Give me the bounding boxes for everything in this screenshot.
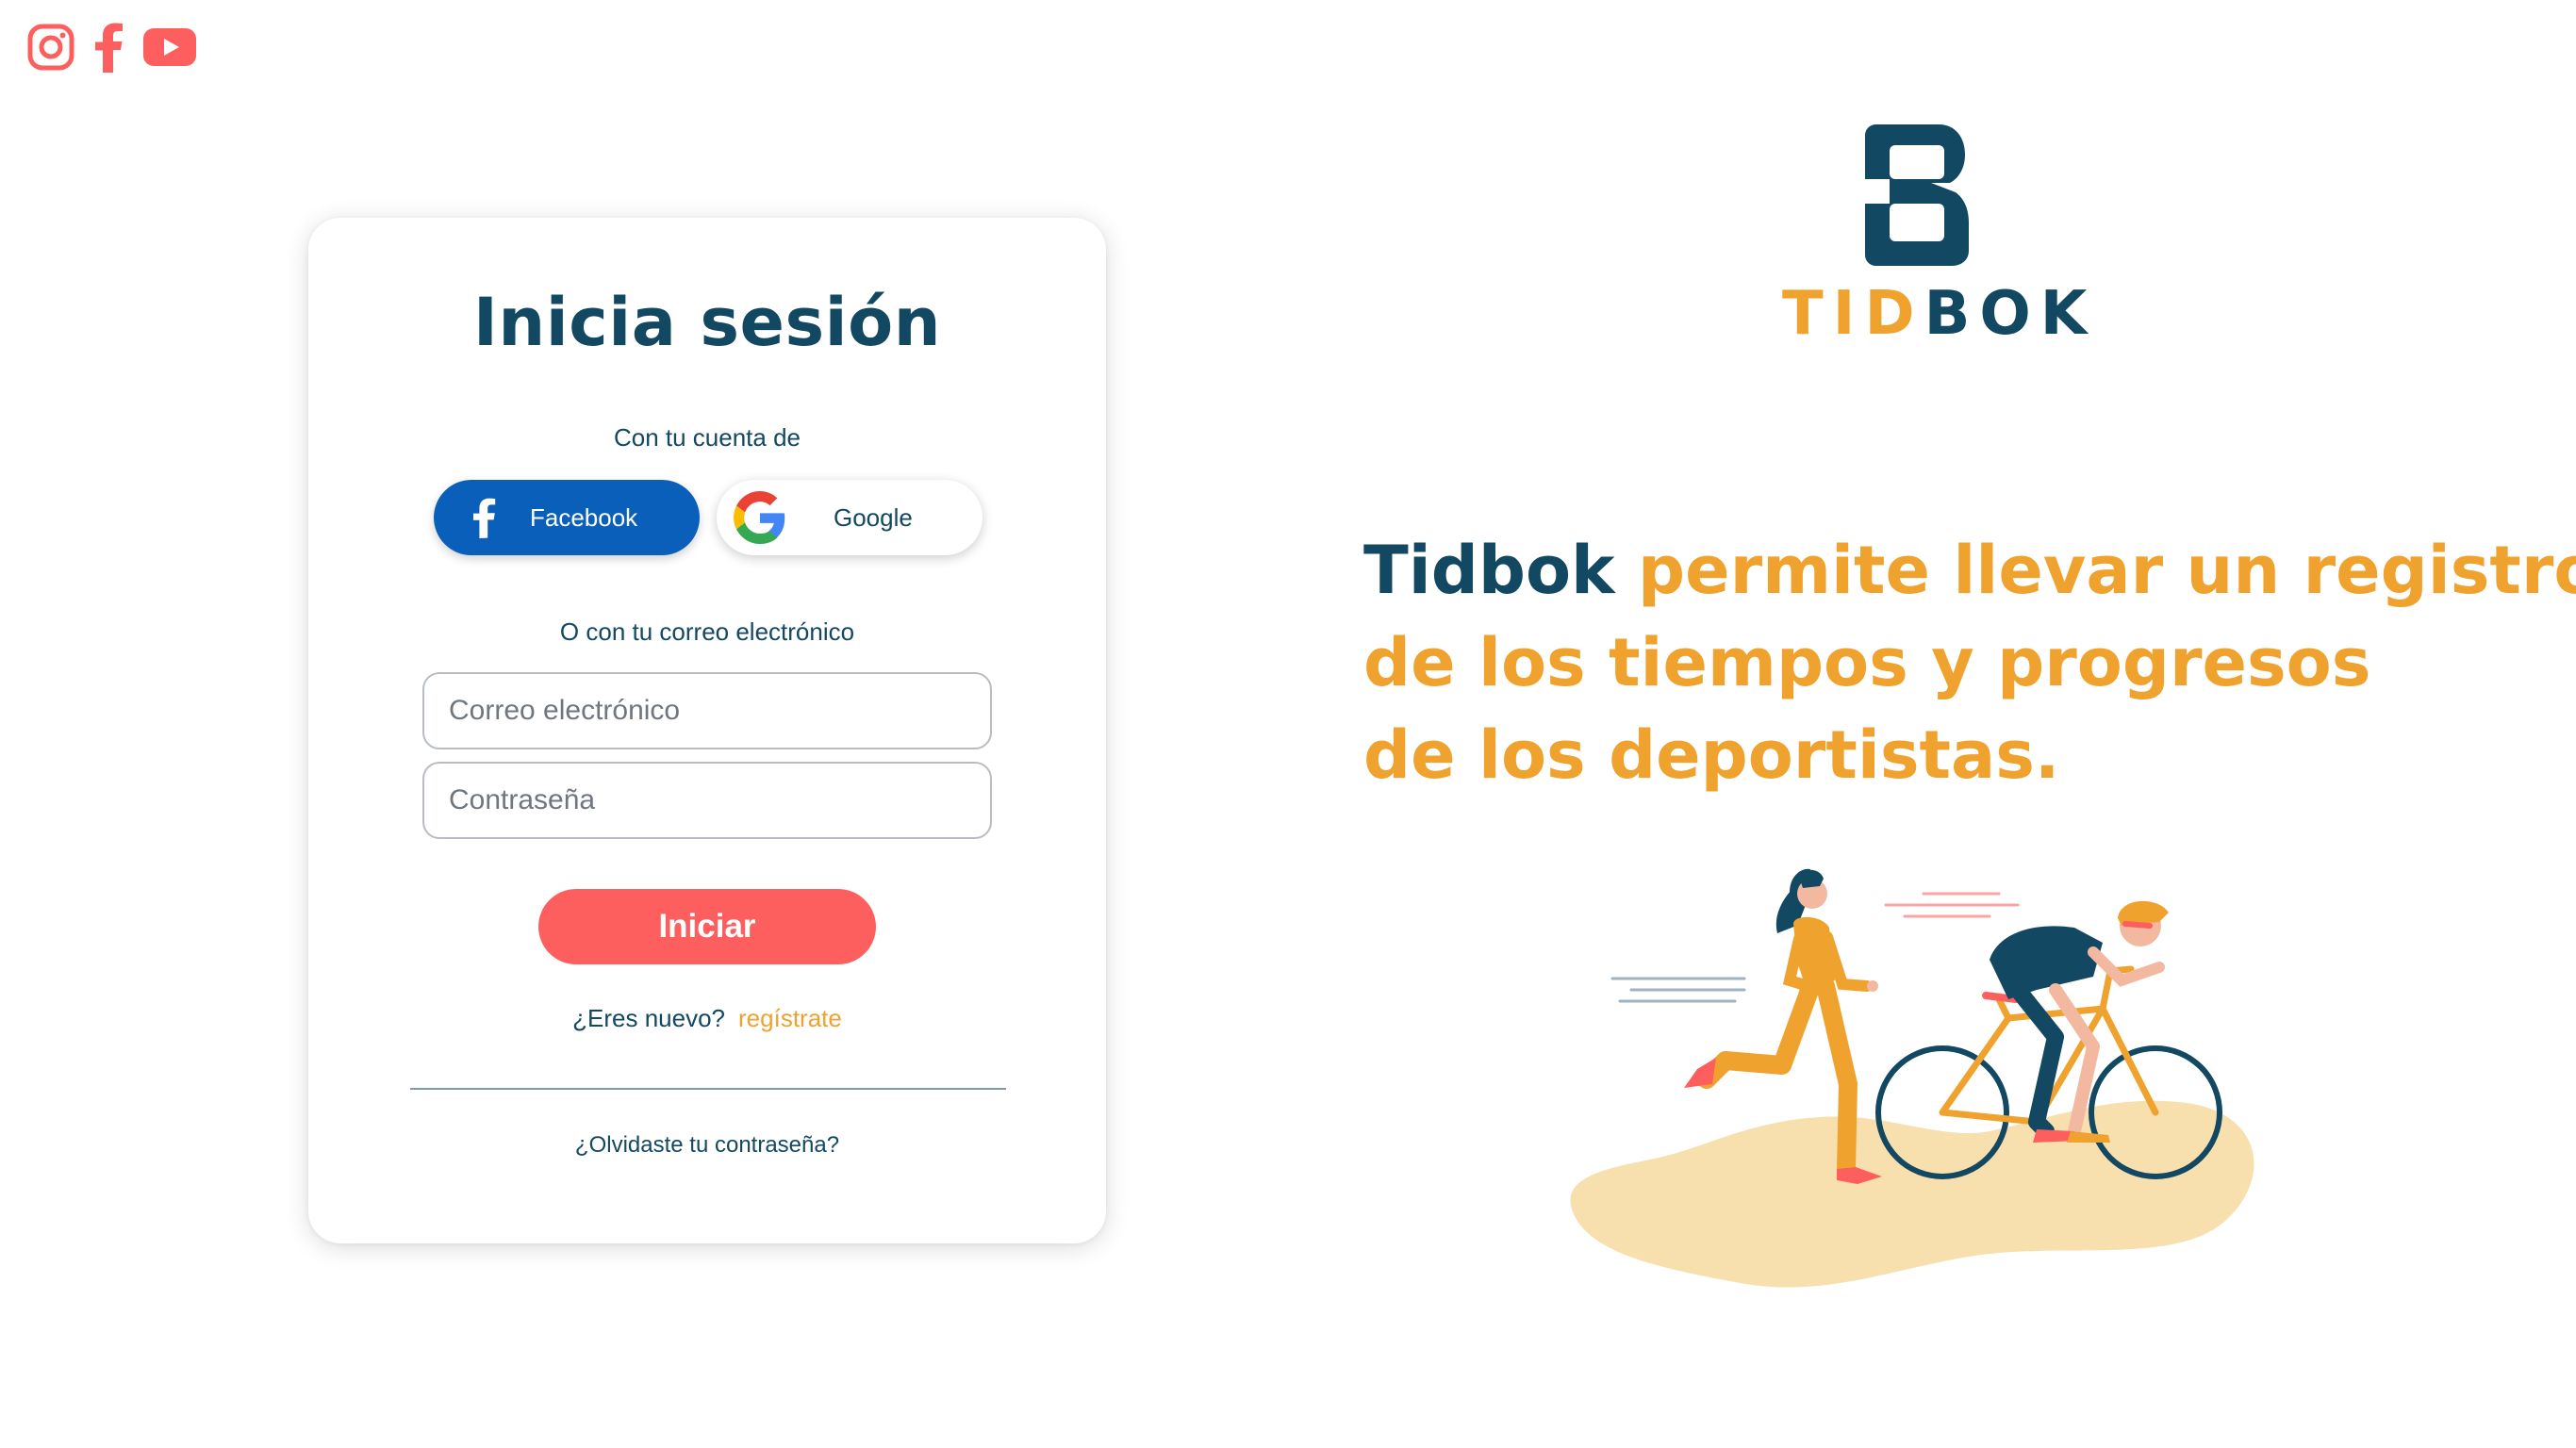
tagline-line-1: Tidbok permite llevar un registro [1363, 524, 2576, 617]
facebook-logo-icon [456, 489, 513, 546]
wordmark-part-bok: BOK [1924, 279, 2097, 349]
facebook-login-button[interactable]: Facebook [434, 480, 700, 555]
athletes-illustration [1546, 848, 2282, 1301]
social-links [25, 21, 198, 74]
login-submit-button[interactable]: Iniciar [538, 889, 876, 964]
google-login-label: Google [834, 502, 913, 532]
password-input[interactable] [422, 762, 992, 839]
new-user-text: ¿Eres nuevo? [572, 1004, 726, 1032]
tidbok-wordmark: TIDBOK [1782, 279, 2096, 349]
tidbok-logo-icon [1863, 124, 1969, 266]
forgot-password-link[interactable]: ¿Olvidaste tu contraseña? [308, 1132, 1106, 1159]
login-card: Inicia sesión Con tu cuenta de Facebook … [308, 218, 1106, 1243]
social-login-prompt: Con tu cuenta de [613, 423, 801, 452]
register-row: ¿Eres nuevo? regístrate [308, 1004, 1106, 1033]
tagline-line-1-text: permite llevar un registro [1637, 532, 2576, 609]
youtube-icon[interactable] [141, 21, 198, 74]
wordmark-part-tid: TID [1782, 279, 1924, 349]
login-title: Inicia sesión [472, 284, 942, 361]
divider [410, 1088, 1006, 1090]
register-link[interactable]: regístrate [738, 1004, 842, 1032]
email-input[interactable] [422, 672, 992, 749]
instagram-icon[interactable] [25, 21, 77, 74]
email-login-prompt: O con tu correo electrónico [559, 617, 855, 646]
tagline-line-3: de los deportistas. [1363, 716, 2060, 794]
google-logo-icon [734, 491, 786, 544]
google-login-button[interactable]: Google [717, 480, 983, 555]
tagline: Tidbok permite llevar un registro de los… [1363, 524, 2576, 801]
tagline-line-2: de los tiempos y progresos [1363, 624, 2371, 701]
facebook-login-label: Facebook [530, 502, 638, 532]
tagline-brand: Tidbok [1363, 532, 1615, 609]
facebook-icon[interactable] [94, 21, 124, 74]
